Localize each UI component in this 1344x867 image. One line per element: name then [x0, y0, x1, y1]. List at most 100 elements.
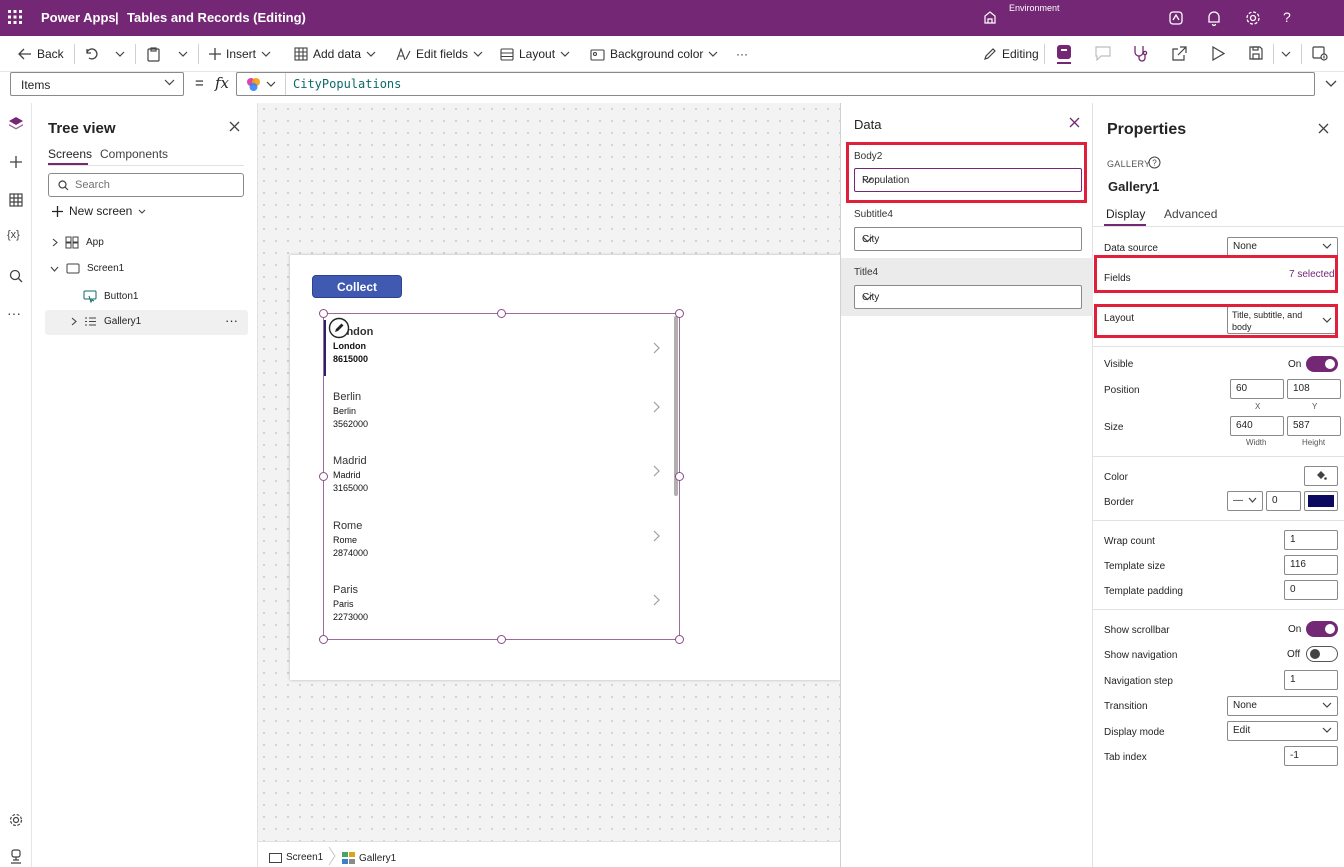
- search-icon[interactable]: [7, 267, 25, 285]
- play-icon[interactable]: [1212, 46, 1225, 61]
- help-icon[interactable]: ?: [1283, 9, 1301, 27]
- paste-button[interactable]: [147, 45, 160, 63]
- resize-handle[interactable]: [319, 635, 328, 644]
- copilot-icon[interactable]: [1167, 9, 1185, 27]
- tree-node-screen1[interactable]: Screen1: [50, 263, 124, 274]
- display-mode-select[interactable]: Edit: [1227, 721, 1338, 741]
- chevron-right-icon[interactable]: [653, 594, 660, 606]
- add-data-button[interactable]: Add data: [294, 45, 376, 63]
- show-scrollbar-toggle[interactable]: [1306, 621, 1338, 637]
- data-icon[interactable]: [7, 191, 25, 209]
- data-source-select[interactable]: None: [1227, 237, 1338, 257]
- tab-display[interactable]: Display: [1106, 207, 1145, 221]
- health-check-icon[interactable]: [1132, 45, 1148, 62]
- close-icon[interactable]: [1318, 123, 1329, 134]
- insert-button[interactable]: Insert: [209, 45, 271, 63]
- chevron-right-icon[interactable]: [653, 465, 660, 477]
- formula-text[interactable]: CityPopulations: [293, 77, 401, 91]
- new-screen-button[interactable]: New screen: [52, 204, 146, 218]
- app-checker-icon[interactable]: [1056, 44, 1072, 64]
- show-navigation-toggle[interactable]: [1306, 646, 1338, 662]
- transition-select[interactable]: None: [1227, 696, 1338, 716]
- navigation-step-input[interactable]: 1: [1284, 670, 1338, 690]
- field-dropdown-title4[interactable]: City: [854, 285, 1082, 309]
- position-x-input[interactable]: 60: [1230, 379, 1284, 399]
- tab-screens[interactable]: Screens: [48, 147, 92, 161]
- background-color-button[interactable]: Background color: [590, 45, 718, 63]
- tree-node-gallery1[interactable]: Gallery1 ···: [45, 310, 248, 335]
- chevron-right-icon[interactable]: [653, 401, 660, 413]
- tree-view-icon[interactable]: [7, 115, 25, 133]
- breadcrumb-gallery1[interactable]: Gallery1: [342, 852, 396, 864]
- border-color-picker[interactable]: [1304, 491, 1338, 511]
- share-icon[interactable]: [1172, 46, 1187, 61]
- resize-handle[interactable]: [497, 635, 506, 644]
- visible-toggle[interactable]: [1306, 356, 1338, 372]
- copilot-icon[interactable]: [246, 77, 261, 92]
- undo-button[interactable]: [84, 45, 98, 63]
- gallery-item[interactable]: Madrid Madrid 3165000: [333, 455, 660, 519]
- settings-icon[interactable]: [1244, 9, 1262, 27]
- close-icon[interactable]: [1069, 117, 1080, 128]
- info-icon[interactable]: ?: [1148, 156, 1161, 169]
- field-dropdown-subtitle4[interactable]: City: [854, 227, 1082, 251]
- undo-dropdown[interactable]: [115, 45, 125, 63]
- template-padding-input[interactable]: 0: [1284, 580, 1338, 600]
- virtual-agent-icon[interactable]: [7, 847, 25, 865]
- gallery-item[interactable]: Rome Rome 2874000: [333, 520, 660, 584]
- editing-toggle[interactable]: Editing: [983, 45, 1039, 63]
- variables-icon[interactable]: {x}: [7, 229, 25, 247]
- gallery-item[interactable]: London London 8615000: [324, 317, 660, 390]
- tree-node-button1[interactable]: Button1: [83, 290, 138, 303]
- tab-index-input[interactable]: -1: [1284, 746, 1338, 766]
- paste-dropdown[interactable]: [178, 45, 188, 63]
- app-launcher-icon[interactable]: [8, 10, 22, 24]
- border-style-select[interactable]: —: [1227, 491, 1263, 511]
- resize-handle[interactable]: [675, 309, 684, 318]
- publish-icon[interactable]: [1312, 46, 1328, 61]
- gallery-item[interactable]: Paris Paris 2273000: [333, 584, 660, 648]
- border-width-input[interactable]: 0: [1266, 491, 1301, 511]
- position-y-input[interactable]: 108: [1287, 379, 1341, 399]
- template-size-input[interactable]: 116: [1284, 555, 1338, 575]
- collect-button[interactable]: Collect: [312, 275, 402, 298]
- save-icon[interactable]: [1249, 46, 1263, 60]
- chevron-right-icon[interactable]: [653, 530, 660, 542]
- more-icon[interactable]: ···: [7, 305, 25, 323]
- tree-search-input[interactable]: Search: [48, 173, 244, 197]
- resize-handle[interactable]: [675, 635, 684, 644]
- design-canvas[interactable]: Collect London London 8615000 Berlin Ber…: [258, 103, 840, 841]
- close-icon[interactable]: [229, 121, 240, 132]
- screen1-canvas[interactable]: Collect London London 8615000 Berlin Ber…: [290, 255, 840, 680]
- property-selector[interactable]: Items: [10, 72, 184, 96]
- environment-icon[interactable]: [983, 10, 997, 24]
- fx-icon[interactable]: fx: [215, 74, 229, 92]
- edit-item-icon[interactable]: [328, 317, 350, 339]
- resize-handle[interactable]: [497, 309, 506, 318]
- chevron-down-icon[interactable]: [266, 81, 276, 87]
- gallery-item[interactable]: Berlin Berlin 3562000: [333, 391, 660, 455]
- tab-components[interactable]: Components: [100, 147, 168, 161]
- width-input[interactable]: 640: [1230, 416, 1284, 436]
- comments-icon[interactable]: [1095, 46, 1111, 61]
- node-more-options[interactable]: ···: [225, 313, 238, 328]
- gallery-scrollbar[interactable]: [674, 316, 678, 496]
- resize-handle[interactable]: [319, 472, 328, 481]
- save-options-dropdown[interactable]: [1281, 51, 1291, 57]
- resize-handle[interactable]: [675, 472, 684, 481]
- tree-node-app[interactable]: App: [52, 236, 104, 249]
- chevron-right-icon[interactable]: [653, 342, 660, 354]
- app-name[interactable]: Power Apps: [41, 10, 116, 25]
- tab-advanced[interactable]: Advanced: [1164, 207, 1217, 221]
- resize-handle[interactable]: [319, 309, 328, 318]
- formula-input-container[interactable]: CityPopulations: [236, 72, 1315, 96]
- insert-icon[interactable]: [7, 153, 25, 171]
- wrap-count-input[interactable]: 1: [1284, 530, 1338, 550]
- breadcrumb-screen1[interactable]: Screen1: [269, 852, 323, 863]
- height-input[interactable]: 587: [1287, 416, 1341, 436]
- settings-icon[interactable]: [7, 811, 25, 829]
- back-button[interactable]: Back: [18, 45, 64, 63]
- layout-button[interactable]: Layout: [500, 45, 570, 63]
- expand-formula-icon[interactable]: [1325, 80, 1337, 87]
- edit-fields-button[interactable]: Edit fields: [396, 45, 483, 63]
